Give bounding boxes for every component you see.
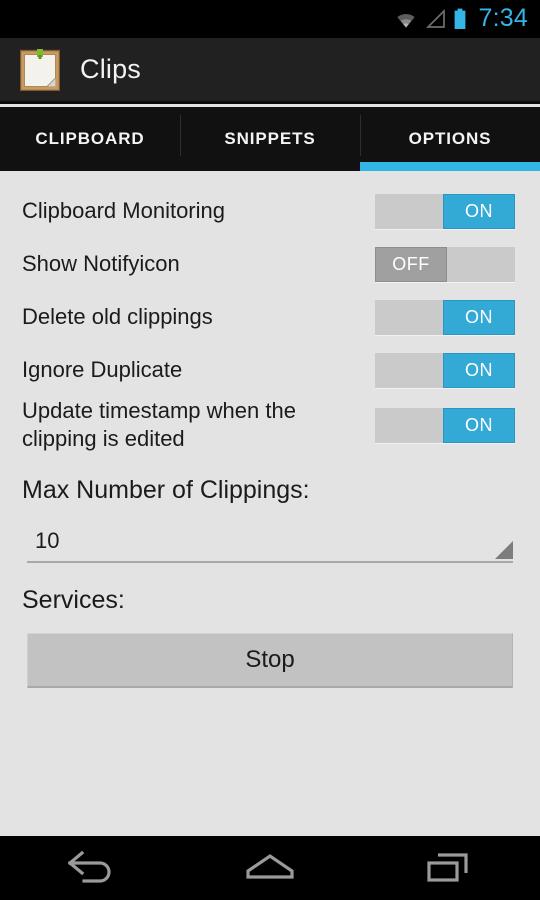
setting-label: Clipboard Monitoring	[22, 198, 225, 224]
setting-label: Show Notifyicon	[22, 251, 180, 277]
setting-row-delete-old-clippings: Delete old clippings ON	[0, 291, 540, 344]
toggle-thumb: ON	[443, 353, 515, 388]
setting-label: Update timestamp when the clipping is ed…	[22, 398, 296, 452]
page-title: Clips	[80, 54, 142, 84]
toggle-thumb: ON	[443, 194, 515, 229]
setting-label: Ignore Duplicate	[22, 357, 183, 383]
services-button-wrap: Stop	[27, 633, 513, 689]
max-clippings-spinner[interactable]: 10	[27, 521, 513, 564]
setting-row-update-timestamp: Update timestamp when the clipping is ed…	[0, 397, 540, 453]
setting-row-clipboard-monitoring: Clipboard Monitoring ON	[0, 185, 540, 238]
action-bar: Clips	[0, 38, 540, 104]
tab-bar: CLIPBOARD SNIPPETS OPTIONS	[0, 107, 540, 171]
setting-row-show-notifyicon: Show Notifyicon OFF	[0, 238, 540, 291]
android-nav-bar	[0, 836, 540, 900]
signal-icon	[425, 9, 447, 29]
setting-label: Delete old clippings	[22, 304, 213, 330]
back-icon[interactable]	[0, 851, 180, 885]
max-clippings-title: Max Number of Clippings:	[22, 476, 310, 505]
tab-snippets-label: SNIPPETS	[224, 129, 316, 148]
toggle-thumb: ON	[443, 407, 515, 443]
recents-icon[interactable]	[360, 851, 540, 885]
toggle-clipboard-monitoring[interactable]: ON	[375, 194, 515, 229]
status-bar: 7:34	[0, 0, 540, 38]
max-clippings-spinner-wrap: 10	[27, 521, 513, 564]
toggle-show-notifyicon[interactable]: OFF	[375, 247, 515, 282]
toggle-delete-old-clippings[interactable]: ON	[375, 300, 515, 335]
setting-row-ignore-duplicate: Ignore Duplicate ON	[0, 344, 540, 397]
tab-options-label: OPTIONS	[408, 129, 492, 148]
toggle-thumb: ON	[443, 300, 515, 335]
toggle-update-timestamp[interactable]: ON	[375, 407, 515, 443]
dropdown-triangle-icon	[495, 541, 513, 560]
services-title: Services:	[22, 586, 125, 615]
wifi-icon	[393, 9, 419, 29]
tab-options-underline	[360, 162, 540, 171]
max-clippings-value: 10	[35, 528, 60, 554]
stop-service-button[interactable]: Stop	[27, 633, 513, 689]
clipboard-note-icon	[19, 48, 61, 91]
tab-clipboard-label: CLIPBOARD	[35, 129, 145, 148]
battery-icon	[453, 8, 467, 30]
settings-list: Clipboard Monitoring ON Show Notifyicon …	[0, 171, 540, 453]
tab-clipboard[interactable]: CLIPBOARD	[0, 107, 180, 171]
options-panel: Clipboard Monitoring ON Show Notifyicon …	[0, 171, 540, 836]
tab-snippets[interactable]: SNIPPETS	[180, 107, 360, 171]
toggle-ignore-duplicate[interactable]: ON	[375, 353, 515, 388]
toggle-thumb: OFF	[375, 247, 447, 282]
android-screen: 7:34 Clips CLIPBOARD SNIPPETS OPTIONS Cl…	[0, 0, 540, 900]
status-clock: 7:34	[478, 4, 528, 32]
tab-options[interactable]: OPTIONS	[360, 107, 540, 171]
home-icon[interactable]	[180, 851, 360, 885]
